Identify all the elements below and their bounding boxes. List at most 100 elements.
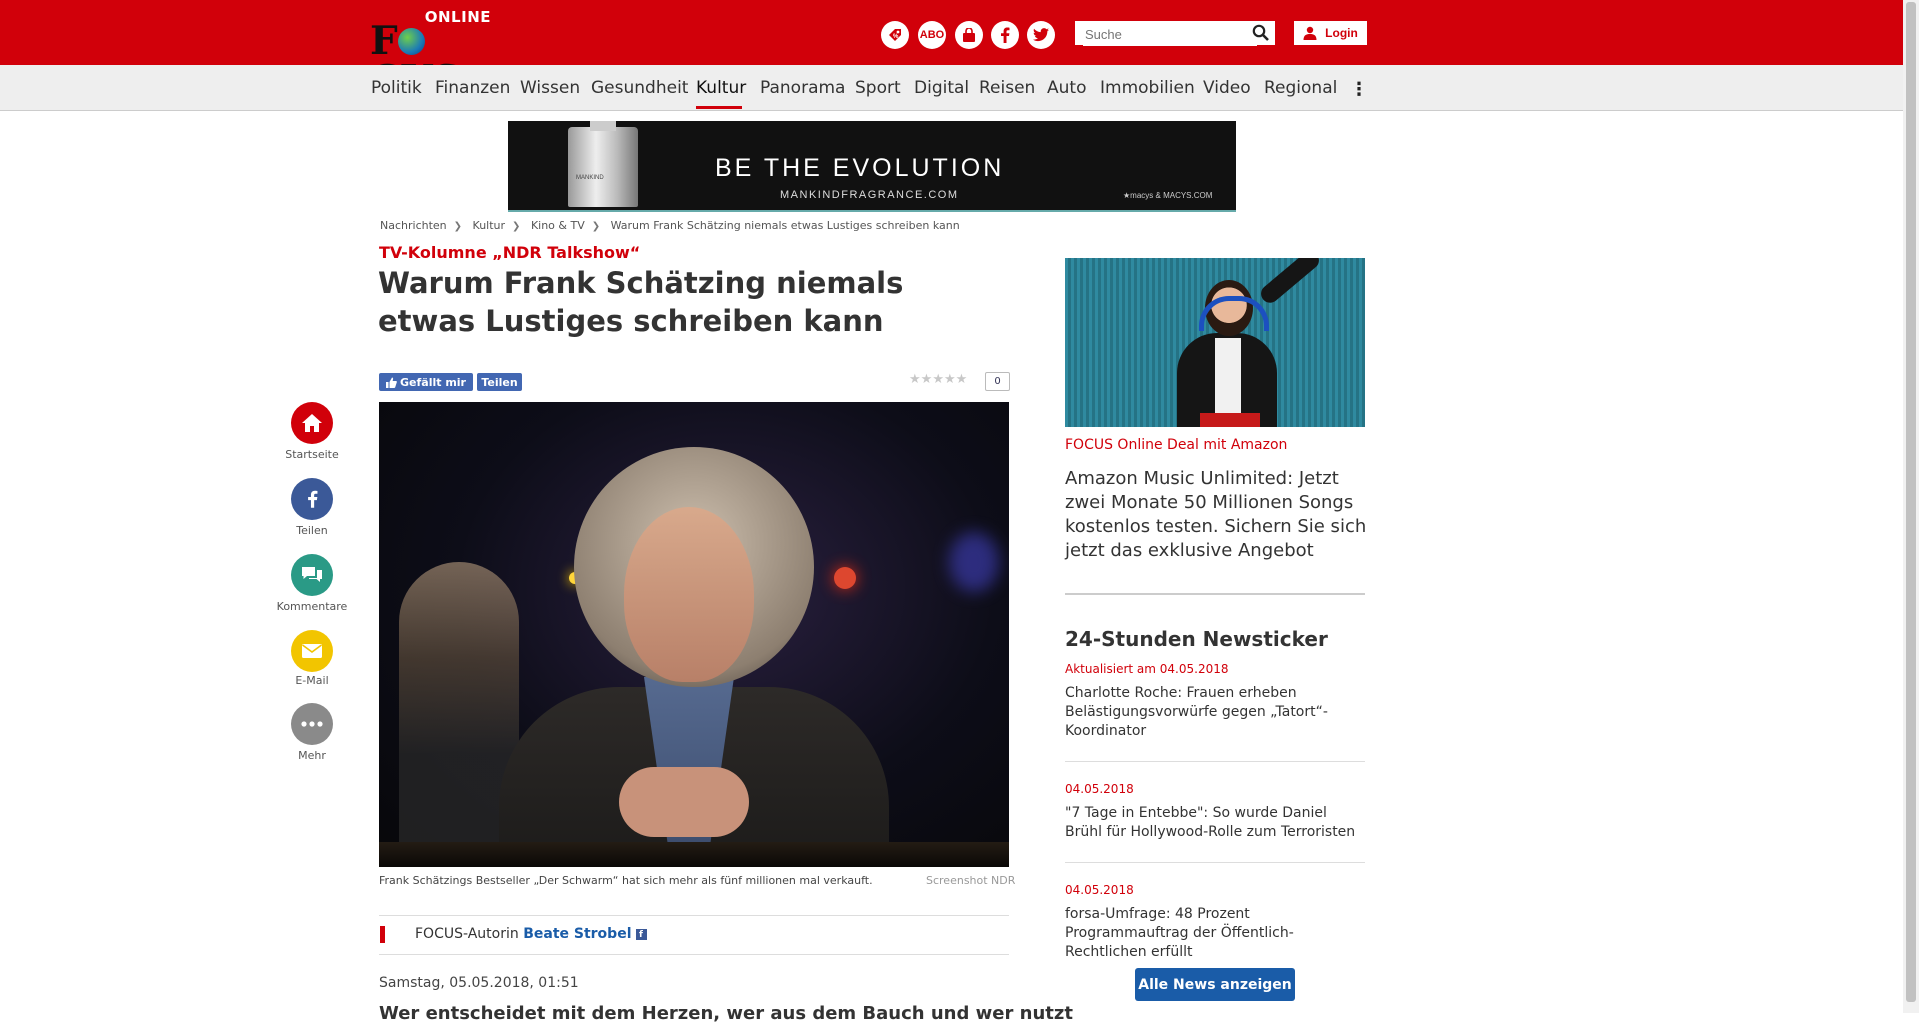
article-lead: Wer entscheidet mit dem Herzen, wer aus … (379, 1003, 1073, 1024)
deal-label[interactable]: FOCUS Online Deal mit Amazon (1065, 437, 1287, 453)
focus-online-logo[interactable]: ONLINE FCUS (370, 8, 495, 100)
chevron-right-icon: ❯ (453, 221, 463, 232)
star-icon[interactable]: ★ (921, 372, 933, 387)
divider (1065, 862, 1365, 863)
table-edge (379, 842, 1009, 867)
bokeh-light (949, 532, 999, 592)
email-label: E-Mail (295, 674, 329, 687)
scrollbar-thumb[interactable] (1906, 2, 1916, 1002)
nav-item-immobilien[interactable]: Immobilien (1100, 78, 1195, 98)
ad-retailer: ★macys & MACYS.COM (1123, 191, 1213, 200)
more-label: Mehr (298, 749, 326, 762)
nav-item-finanzen[interactable]: Finanzen (435, 78, 510, 98)
rating-stars[interactable]: ★★★★★ (909, 372, 967, 387)
divider (1065, 593, 1365, 595)
person-hands (619, 767, 749, 837)
ticker-headline[interactable]: Charlotte Roche: Frauen erheben Belästig… (1065, 684, 1365, 741)
author-prefix: FOCUS-Autorin (415, 926, 519, 942)
comments-label: Kommentare (276, 600, 348, 613)
nav-item-auto[interactable]: Auto (1047, 78, 1086, 98)
person-face (624, 507, 754, 682)
facebook-like-button[interactable]: Gefällt mir (379, 373, 473, 391)
author-accent-bar (380, 926, 385, 943)
bottle-label: MANKIND (576, 175, 604, 181)
shopping-bag-icon[interactable] (955, 21, 983, 49)
white-shirt (1215, 338, 1241, 418)
nav-item-reisen[interactable]: Reisen (979, 78, 1035, 98)
star-icon[interactable]: ★ (909, 372, 921, 387)
more-button[interactable] (291, 703, 333, 745)
ticker-headline[interactable]: "7 Tage in Entebbe": So wurde Daniel Brü… (1065, 804, 1365, 842)
comments-icon (302, 567, 322, 582)
article-date: Samstag, 05.05.2018, 01:51 (379, 975, 579, 991)
search-icon[interactable] (1252, 24, 1269, 45)
author-line: FOCUS-Autorin Beate Strobel f (415, 926, 647, 942)
facebook-icon[interactable]: f (635, 928, 647, 940)
nav-item-regional[interactable]: Regional (1264, 78, 1337, 98)
globe-icon (397, 28, 425, 55)
nav-item-gesundheit[interactable]: Gesundheit (591, 78, 688, 98)
author-box: FOCUS-Autorin Beate Strobel f (379, 915, 1009, 955)
facebook-share-button[interactable]: Teilen (477, 373, 522, 391)
comments-button[interactable] (291, 554, 333, 596)
all-news-button[interactable]: Alle News anzeigen (1135, 968, 1295, 1001)
star-icon[interactable]: ★ (932, 372, 944, 387)
image-caption: Frank Schätzings Bestseller „Der Schwarm… (379, 874, 873, 887)
user-icon (1303, 26, 1317, 40)
nav-item-kultur[interactable]: Kultur (696, 78, 746, 98)
login-button[interactable]: Login (1294, 21, 1367, 45)
ad-slogan: BE THE EVOLUTION (715, 154, 1005, 182)
star-icon[interactable]: ★ (944, 372, 956, 387)
nav-item-wissen[interactable]: Wissen (520, 78, 580, 98)
nav-item-sport[interactable]: Sport (855, 78, 901, 98)
breadcrumb-item[interactable]: Kino & TV (531, 219, 585, 232)
nav-item-politik[interactable]: Politik (371, 78, 422, 98)
abo-label: ABO (919, 29, 945, 41)
red-skirt (1200, 413, 1260, 427)
ticker-date: 04.05.2018 (1065, 782, 1134, 796)
ticker-headline[interactable]: forsa-Umfrage: 48 Prozent Programmauftra… (1065, 905, 1365, 962)
ad-url: MANKINDFRAGRANCE.COM (780, 189, 959, 201)
voucher-icon[interactable]: % (881, 21, 909, 49)
search-box[interactable] (1075, 21, 1275, 46)
amazon-music-promo-image[interactable] (1065, 258, 1365, 427)
active-nav-indicator (696, 106, 742, 109)
author-name-link[interactable]: Beate Strobel (523, 926, 631, 942)
email-button[interactable] (291, 630, 333, 672)
fragrance-bottle-image: MANKIND (568, 121, 638, 207)
image-credit: Screenshot NDR (926, 874, 1016, 887)
facebook-icon[interactable] (991, 21, 1019, 49)
article-image[interactable] (379, 402, 1009, 867)
raised-arm (1257, 258, 1323, 307)
divider (1065, 761, 1365, 762)
chevron-right-icon: ❯ (512, 221, 521, 232)
home-label: Startseite (285, 448, 339, 461)
abo-icon[interactable]: ABO (918, 21, 946, 49)
facebook-share-side-button[interactable] (291, 478, 333, 520)
ad-banner[interactable]: MANKIND BE THE EVOLUTION MANKINDFRAGRANC… (508, 121, 1236, 212)
ticker-date: 04.05.2018 (1065, 883, 1134, 897)
nav-item-panorama[interactable]: Panorama (760, 78, 845, 98)
thumbs-up-icon (386, 377, 397, 388)
home-button[interactable] (291, 402, 333, 444)
article-kicker: TV-Kolumne „NDR Talkshow“ (379, 243, 641, 262)
like-label: Gefällt mir (400, 375, 466, 389)
search-input[interactable] (1083, 22, 1257, 46)
rating-count: 0 (985, 372, 1010, 391)
deal-teaser[interactable]: Amazon Music Unlimited: Jetzt zwei Monat… (1065, 467, 1370, 563)
breadcrumb-item[interactable]: Nachrichten (380, 219, 447, 232)
star-icon[interactable]: ★ (956, 372, 968, 387)
nav-item-video[interactable]: Video (1203, 78, 1251, 98)
twitter-icon[interactable] (1027, 21, 1055, 49)
newsticker-title: 24-Stunden Newsticker (1065, 627, 1328, 651)
article-headline: Warum Frank Schätzing niemals etwas Lust… (378, 266, 904, 338)
chevron-right-icon: ❯ (591, 221, 601, 232)
breadcrumb: Nachrichten ❯ Kultur ❯ Kino & TV ❯ Warum Fr… (380, 219, 960, 232)
svg-text:%: % (893, 34, 899, 40)
more-icon (301, 721, 323, 727)
share-side-label: Teilen (296, 524, 328, 537)
nav-item-digital[interactable]: Digital (914, 78, 969, 98)
breadcrumb-item[interactable]: Kultur (473, 219, 506, 232)
more-vertical-icon[interactable]: ⋮ (1350, 79, 1368, 100)
mail-icon (302, 644, 322, 658)
